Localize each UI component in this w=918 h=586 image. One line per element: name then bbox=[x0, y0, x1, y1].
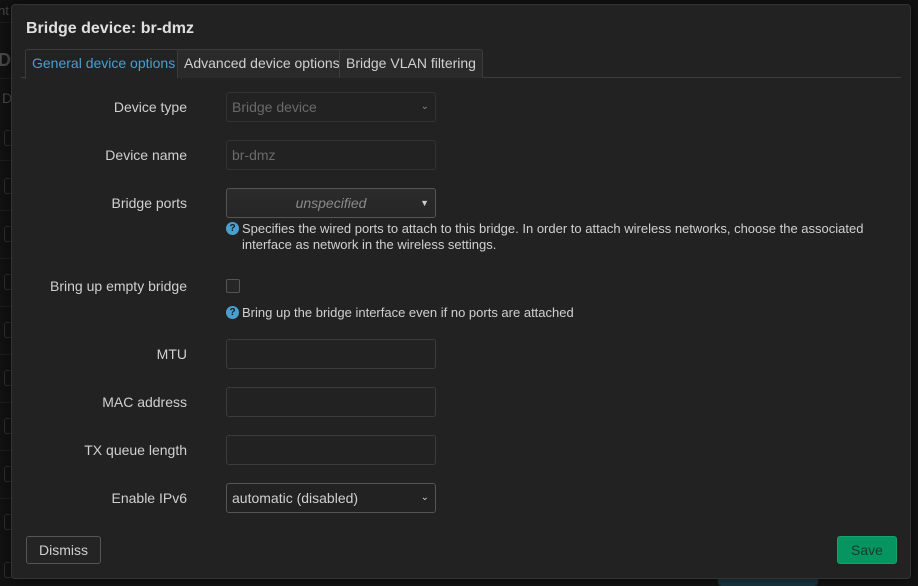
bridge-ports-label: Bridge ports bbox=[111, 195, 187, 211]
device-type-label: Device type bbox=[113, 99, 187, 115]
tab-bar: General device options Advanced device o… bbox=[21, 49, 901, 79]
background-button bbox=[718, 578, 818, 586]
tab-advanced-device-options[interactable]: Advanced device options bbox=[177, 49, 347, 78]
modal-title: Bridge device: br-dmz bbox=[26, 20, 195, 37]
bridge-ports-value: unspecified bbox=[295, 195, 367, 211]
empty-bridge-help: ? Bring up the bridge interface even if … bbox=[226, 305, 886, 321]
enable-ipv6-select[interactable]: automatic (disabled) ⌄ bbox=[226, 483, 436, 513]
empty-bridge-checkbox[interactable] bbox=[226, 279, 240, 293]
tab-general-device-options[interactable]: General device options bbox=[25, 49, 183, 79]
device-name-label: Device name bbox=[105, 147, 187, 163]
bridge-ports-help: ? Specifies the wired ports to attach to… bbox=[226, 221, 886, 253]
mac-address-label: MAC address bbox=[102, 394, 187, 410]
chevron-down-icon: ⌄ bbox=[420, 101, 429, 112]
device-type-select[interactable]: Bridge device ⌄ bbox=[226, 92, 436, 122]
tab-bridge-vlan-filtering[interactable]: Bridge VLAN filtering bbox=[339, 49, 483, 78]
question-circle-icon: ? bbox=[226, 306, 239, 319]
device-name-input[interactable]: br-dmz bbox=[226, 140, 436, 170]
device-type-value: Bridge device bbox=[232, 99, 317, 115]
question-circle-icon: ? bbox=[226, 222, 239, 235]
caret-down-icon: ▼ bbox=[420, 198, 429, 208]
empty-bridge-label: Bring up empty bridge bbox=[50, 278, 187, 294]
dismiss-button[interactable]: Dismiss bbox=[26, 536, 101, 564]
save-button[interactable]: Save bbox=[837, 536, 897, 564]
tx-queue-input[interactable] bbox=[226, 435, 436, 465]
empty-bridge-help-text: Bring up the bridge interface even if no… bbox=[242, 305, 574, 320]
mtu-label: MTU bbox=[156, 346, 187, 362]
background-text: nt bbox=[0, 3, 9, 18]
mtu-input[interactable] bbox=[226, 339, 436, 369]
bridge-device-modal: Bridge device: br-dmz General device opt… bbox=[11, 4, 911, 579]
enable-ipv6-value: automatic (disabled) bbox=[232, 490, 359, 506]
bridge-ports-help-text: Specifies the wired ports to attach to t… bbox=[242, 221, 864, 252]
chevron-down-icon: ⌄ bbox=[420, 492, 429, 503]
mac-address-input[interactable] bbox=[226, 387, 436, 417]
enable-ipv6-label: Enable IPv6 bbox=[111, 490, 188, 506]
bridge-ports-dropdown[interactable]: unspecified ▼ bbox=[226, 188, 436, 218]
tx-queue-label: TX queue length bbox=[84, 442, 187, 458]
